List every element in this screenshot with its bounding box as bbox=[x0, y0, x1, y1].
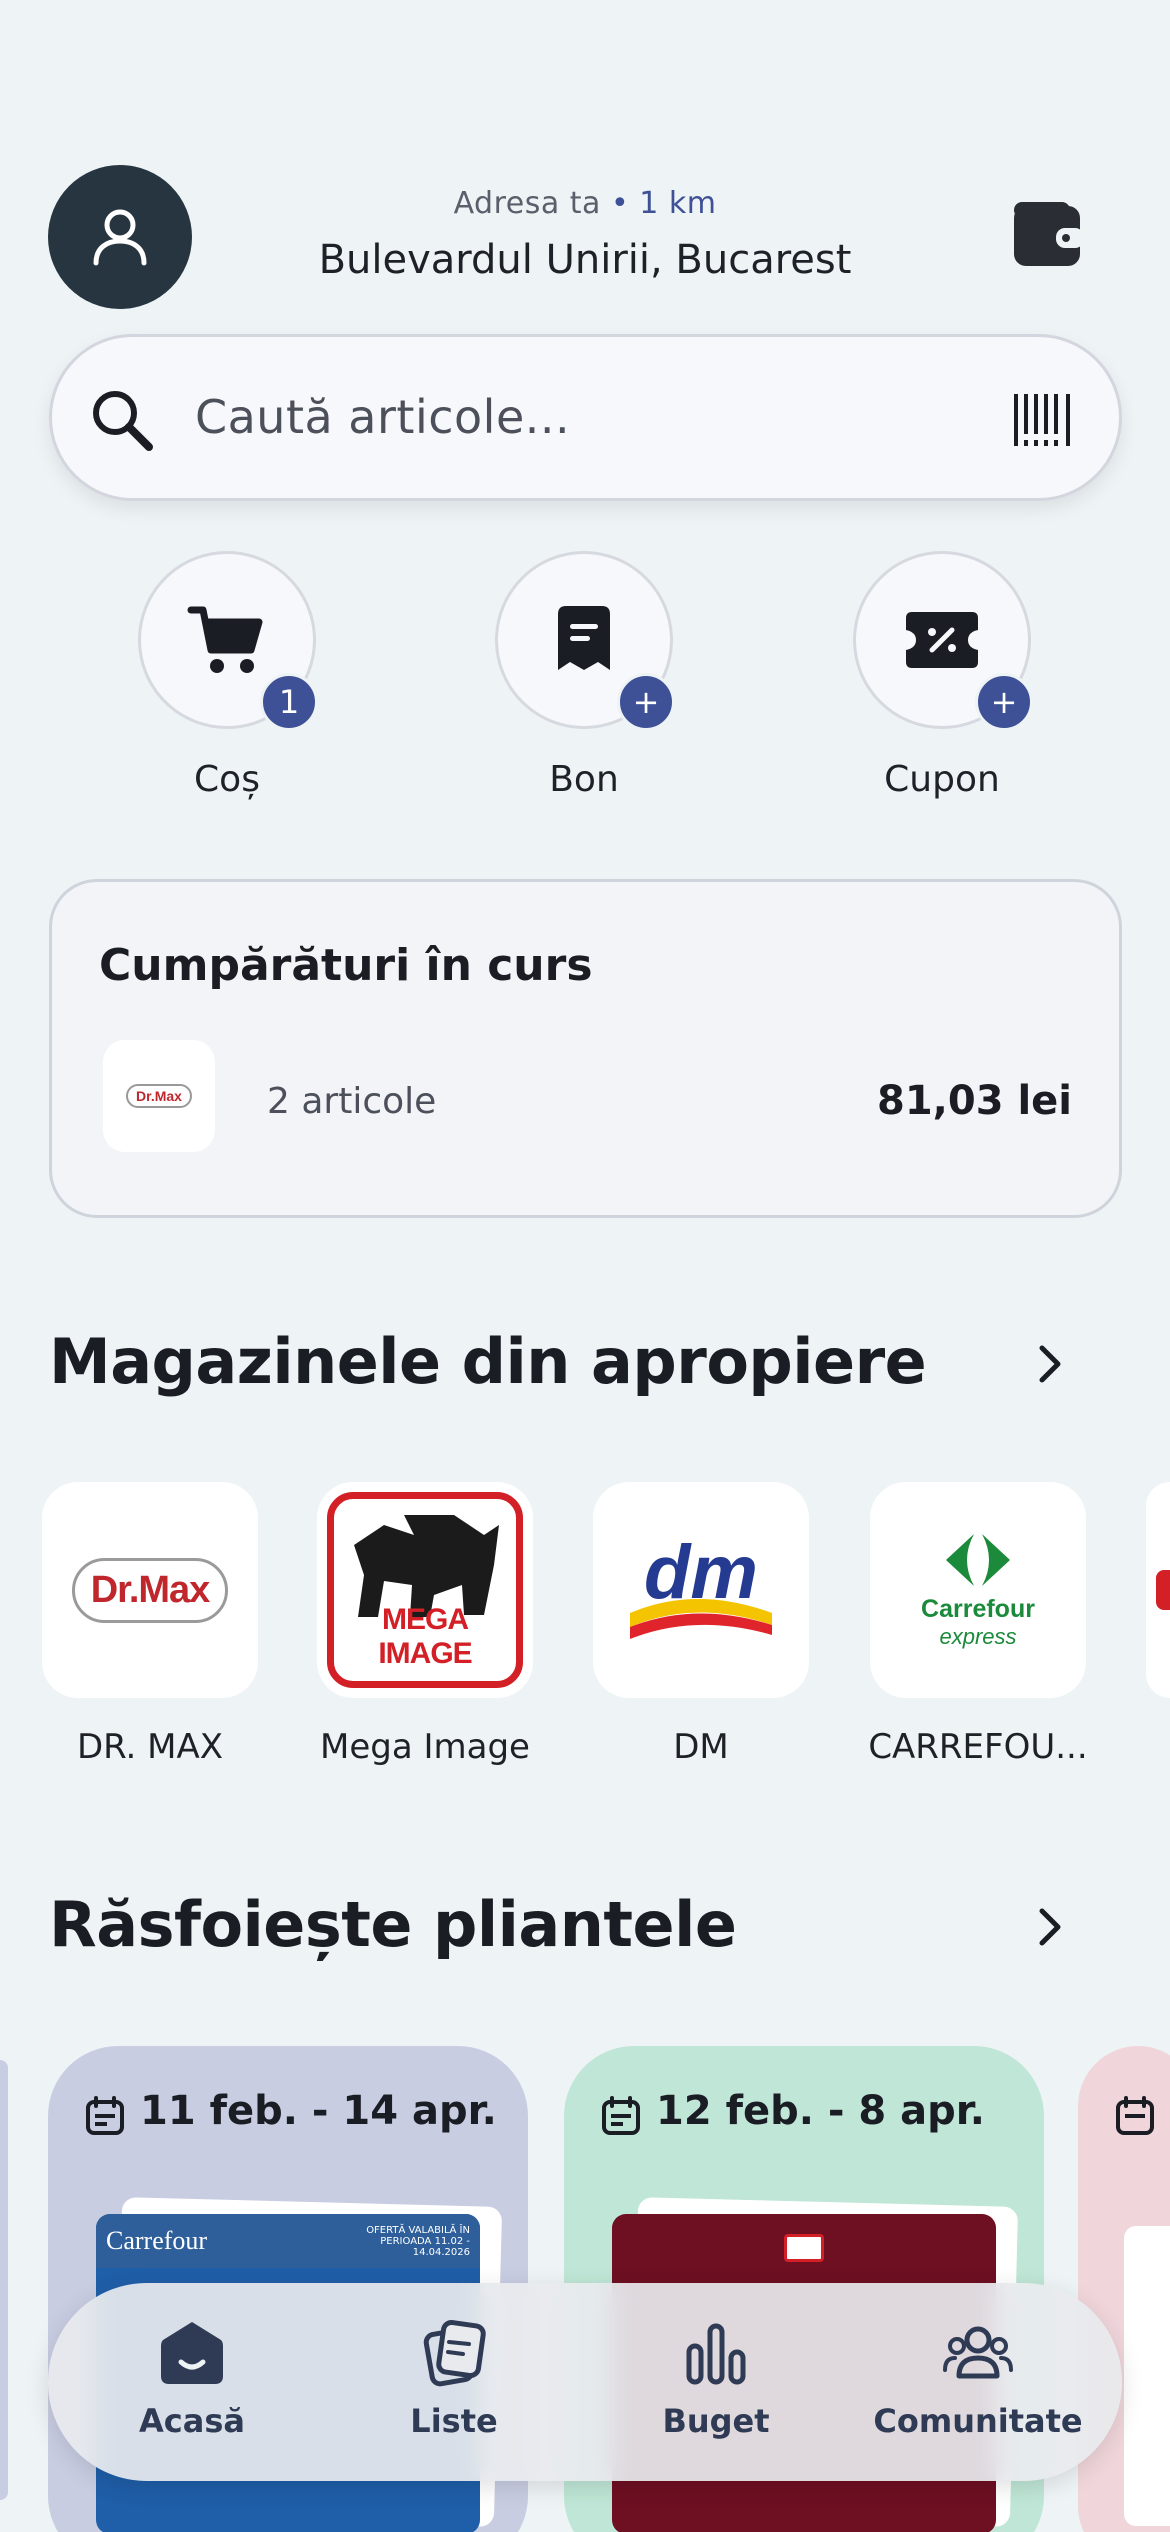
drmax-logo: Dr.Max bbox=[103, 1040, 215, 1152]
chart-icon bbox=[686, 2323, 746, 2385]
store-label-dm: DM bbox=[673, 1727, 729, 1767]
address-caption: Adresa ta bbox=[453, 186, 601, 221]
flyer-card-partial-left[interactable] bbox=[0, 2060, 8, 2500]
wallet-icon bbox=[1014, 202, 1084, 266]
home-icon bbox=[161, 2322, 223, 2384]
address-street: Bulevardul Unirii, Bucarest bbox=[318, 237, 852, 283]
dm-logo-text: dm bbox=[644, 1530, 758, 1615]
mega-image-logo-text: MEGA IMAGE bbox=[378, 1603, 472, 1670]
address-selector[interactable]: Adresa ta • 1 km Bulevardul Unirii, Buca… bbox=[260, 186, 910, 283]
user-icon bbox=[93, 209, 147, 266]
nav-label-community: Comunitate bbox=[873, 2402, 1083, 2440]
carrefour-mark-icon bbox=[945, 1534, 1010, 1586]
cart-count-badge: 1 bbox=[260, 673, 318, 731]
address-label: Adresa ta • 1 km bbox=[260, 186, 910, 221]
chevron-right-icon[interactable] bbox=[1030, 1344, 1070, 1384]
nav-label-home: Acasă bbox=[139, 2402, 245, 2440]
calendar-icon bbox=[602, 2096, 640, 2135]
profile-avatar-button[interactable] bbox=[48, 165, 192, 309]
add-receipt-badge[interactable]: + bbox=[617, 673, 675, 731]
add-coupon-badge[interactable]: + bbox=[975, 673, 1033, 731]
mega-image-logo: MEGA IMAGE bbox=[327, 1492, 523, 1688]
flyer-header: Carrefour OFERTĂ VALABILĂ ÎN PERIOADA 11… bbox=[96, 2214, 480, 2268]
quick-action-coupon-label: Cupon bbox=[884, 759, 1000, 800]
wallet-button[interactable] bbox=[1012, 200, 1084, 270]
quick-action-receipt-label: Bon bbox=[549, 759, 619, 800]
flyers-title: Răsfoiește pliantele bbox=[49, 1888, 737, 1961]
ongoing-total-price: 81,03 lei bbox=[877, 1078, 1072, 1124]
flyer-validity-note: OFERTĂ VALABILĂ ÎN PERIOADA 11.02 - 14.0… bbox=[366, 2224, 470, 2258]
coupon-icon bbox=[906, 612, 978, 668]
dm-logo: dm bbox=[626, 1530, 776, 1645]
chevron-right-icon[interactable] bbox=[1030, 1907, 1070, 1947]
store-tile-mega-image[interactable]: MEGA IMAGE bbox=[317, 1482, 533, 1698]
drmax-logo-text: Dr.Max bbox=[126, 1084, 192, 1108]
nav-label-lists: Liste bbox=[410, 2402, 498, 2440]
quick-action-cart-label: Coș bbox=[194, 759, 260, 800]
calendar-icon bbox=[86, 2096, 124, 2135]
nav-label-budget: Buget bbox=[662, 2402, 770, 2440]
list-icon bbox=[423, 2319, 486, 2387]
store-label-carrefour: CARREFOU... bbox=[868, 1727, 1088, 1767]
flyer-card-partial-right[interactable] bbox=[1078, 2046, 1170, 2532]
ongoing-shopping-title: Cumpărături în curs bbox=[99, 940, 593, 991]
nav-item-home[interactable]: Acasă bbox=[72, 2318, 312, 2440]
carrefour-logo-text: Carrefour bbox=[921, 1595, 1035, 1623]
store-tile-drmax[interactable]: Dr.Max bbox=[42, 1482, 258, 1698]
drmax-logo: Dr.Max bbox=[71, 1557, 229, 1623]
store-tile-carrefour[interactable]: Carrefour express bbox=[870, 1482, 1086, 1698]
nav-item-community[interactable]: Comunitate bbox=[858, 2318, 1098, 2440]
flyer-cover bbox=[1124, 2226, 1170, 2526]
search-icon bbox=[93, 391, 153, 451]
nav-item-lists[interactable]: Liste bbox=[334, 2318, 574, 2440]
mega-image-mini-logo bbox=[784, 2234, 824, 2262]
barcode-icon[interactable] bbox=[1012, 390, 1078, 450]
carrefour-wordmark: Carrefour bbox=[106, 2226, 208, 2255]
flyer-date: 12 feb. - 8 apr. bbox=[656, 2088, 986, 2134]
store-tile-partial[interactable] bbox=[1146, 1482, 1170, 1698]
store-tile-dm[interactable]: dm bbox=[593, 1482, 809, 1698]
community-icon bbox=[943, 2326, 1013, 2379]
carrefour-express-text: express bbox=[939, 1624, 1017, 1649]
nav-item-budget[interactable]: Buget bbox=[596, 2318, 836, 2440]
partial-store-logo bbox=[1156, 1570, 1170, 1610]
address-distance: • 1 km bbox=[610, 186, 717, 221]
nearby-stores-title: Magazinele din apropiere bbox=[49, 1325, 927, 1398]
cart-icon bbox=[187, 606, 263, 673]
carrefour-logo: Carrefour express bbox=[921, 1530, 1035, 1650]
ongoing-item-count: 2 articole bbox=[267, 1081, 437, 1122]
search-input[interactable]: Caută articole... bbox=[195, 390, 570, 444]
store-label-drmax: DR. MAX bbox=[76, 1727, 224, 1767]
receipt-icon bbox=[558, 606, 610, 670]
store-label-mega-image: Mega Image bbox=[320, 1727, 530, 1767]
flyer-date: 11 feb. - 14 apr. bbox=[140, 2088, 497, 2134]
calendar-icon bbox=[1116, 2096, 1154, 2135]
